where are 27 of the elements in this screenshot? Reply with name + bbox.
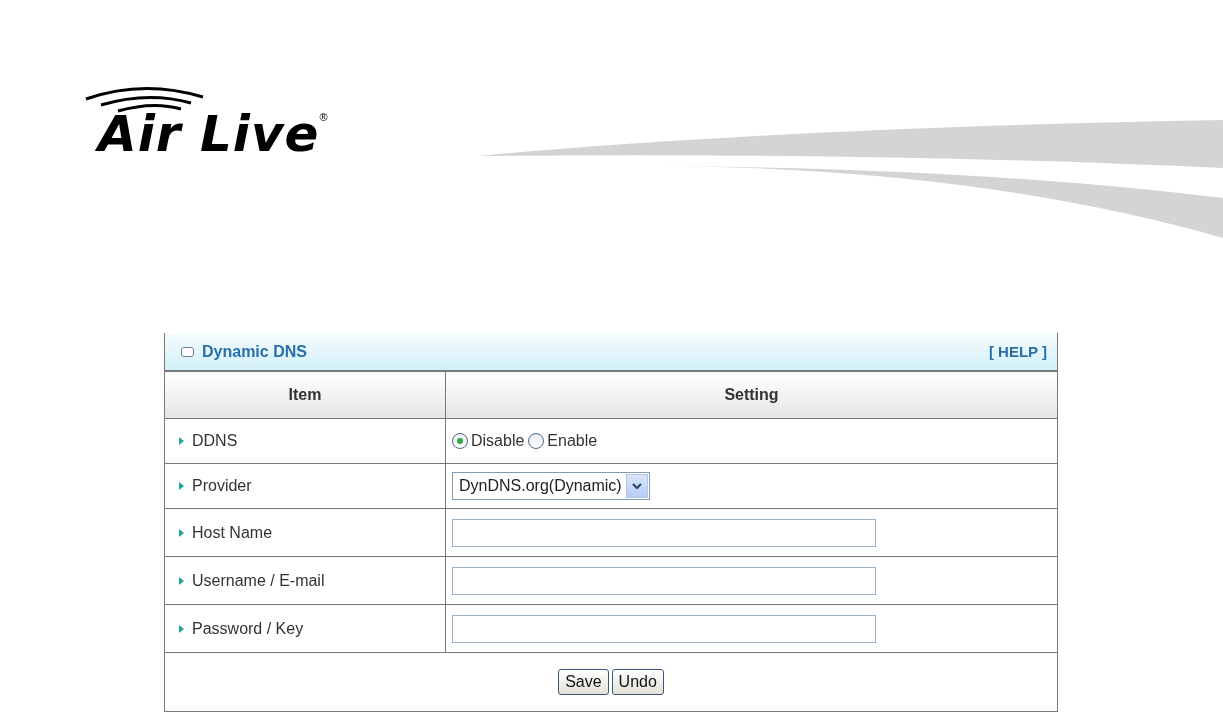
- row-label: Password / Key: [192, 619, 304, 638]
- column-header: Setting: [445, 372, 1057, 419]
- action-button[interactable]: Undo: [611, 669, 664, 695]
- row-label: Host Name: [192, 523, 273, 542]
- bullet-icon: [179, 482, 184, 490]
- row-label: Username / E-mail: [192, 571, 325, 590]
- action-button[interactable]: Save: [558, 669, 609, 695]
- bullet-icon: [179, 624, 184, 633]
- bullet-icon: [179, 437, 184, 445]
- caret-icon: [625, 474, 648, 498]
- help-link[interactable]: [ HELP ]: [988, 343, 1047, 360]
- registered-mark: ®: [319, 111, 328, 123]
- radio-button[interactable]: [452, 433, 468, 449]
- provider-dropdown[interactable]: DynDNS.org(Dynamic): [452, 472, 650, 500]
- input-field[interactable]: [452, 566, 876, 595]
- bullet-icon: [179, 528, 184, 537]
- radio-label: Disable: [471, 432, 525, 450]
- row-label: DDNS: [192, 432, 238, 450]
- box-icon: [181, 346, 194, 357]
- radio-button[interactable]: [528, 433, 545, 449]
- input-field[interactable]: [452, 518, 876, 547]
- input-field[interactable]: [452, 614, 876, 643]
- radio-label: Enable: [547, 432, 598, 450]
- bullet-icon: [179, 576, 184, 585]
- row-label: Provider: [192, 477, 252, 495]
- column-header: Item: [165, 372, 446, 419]
- panel-title: Dynamic DNS: [202, 342, 307, 361]
